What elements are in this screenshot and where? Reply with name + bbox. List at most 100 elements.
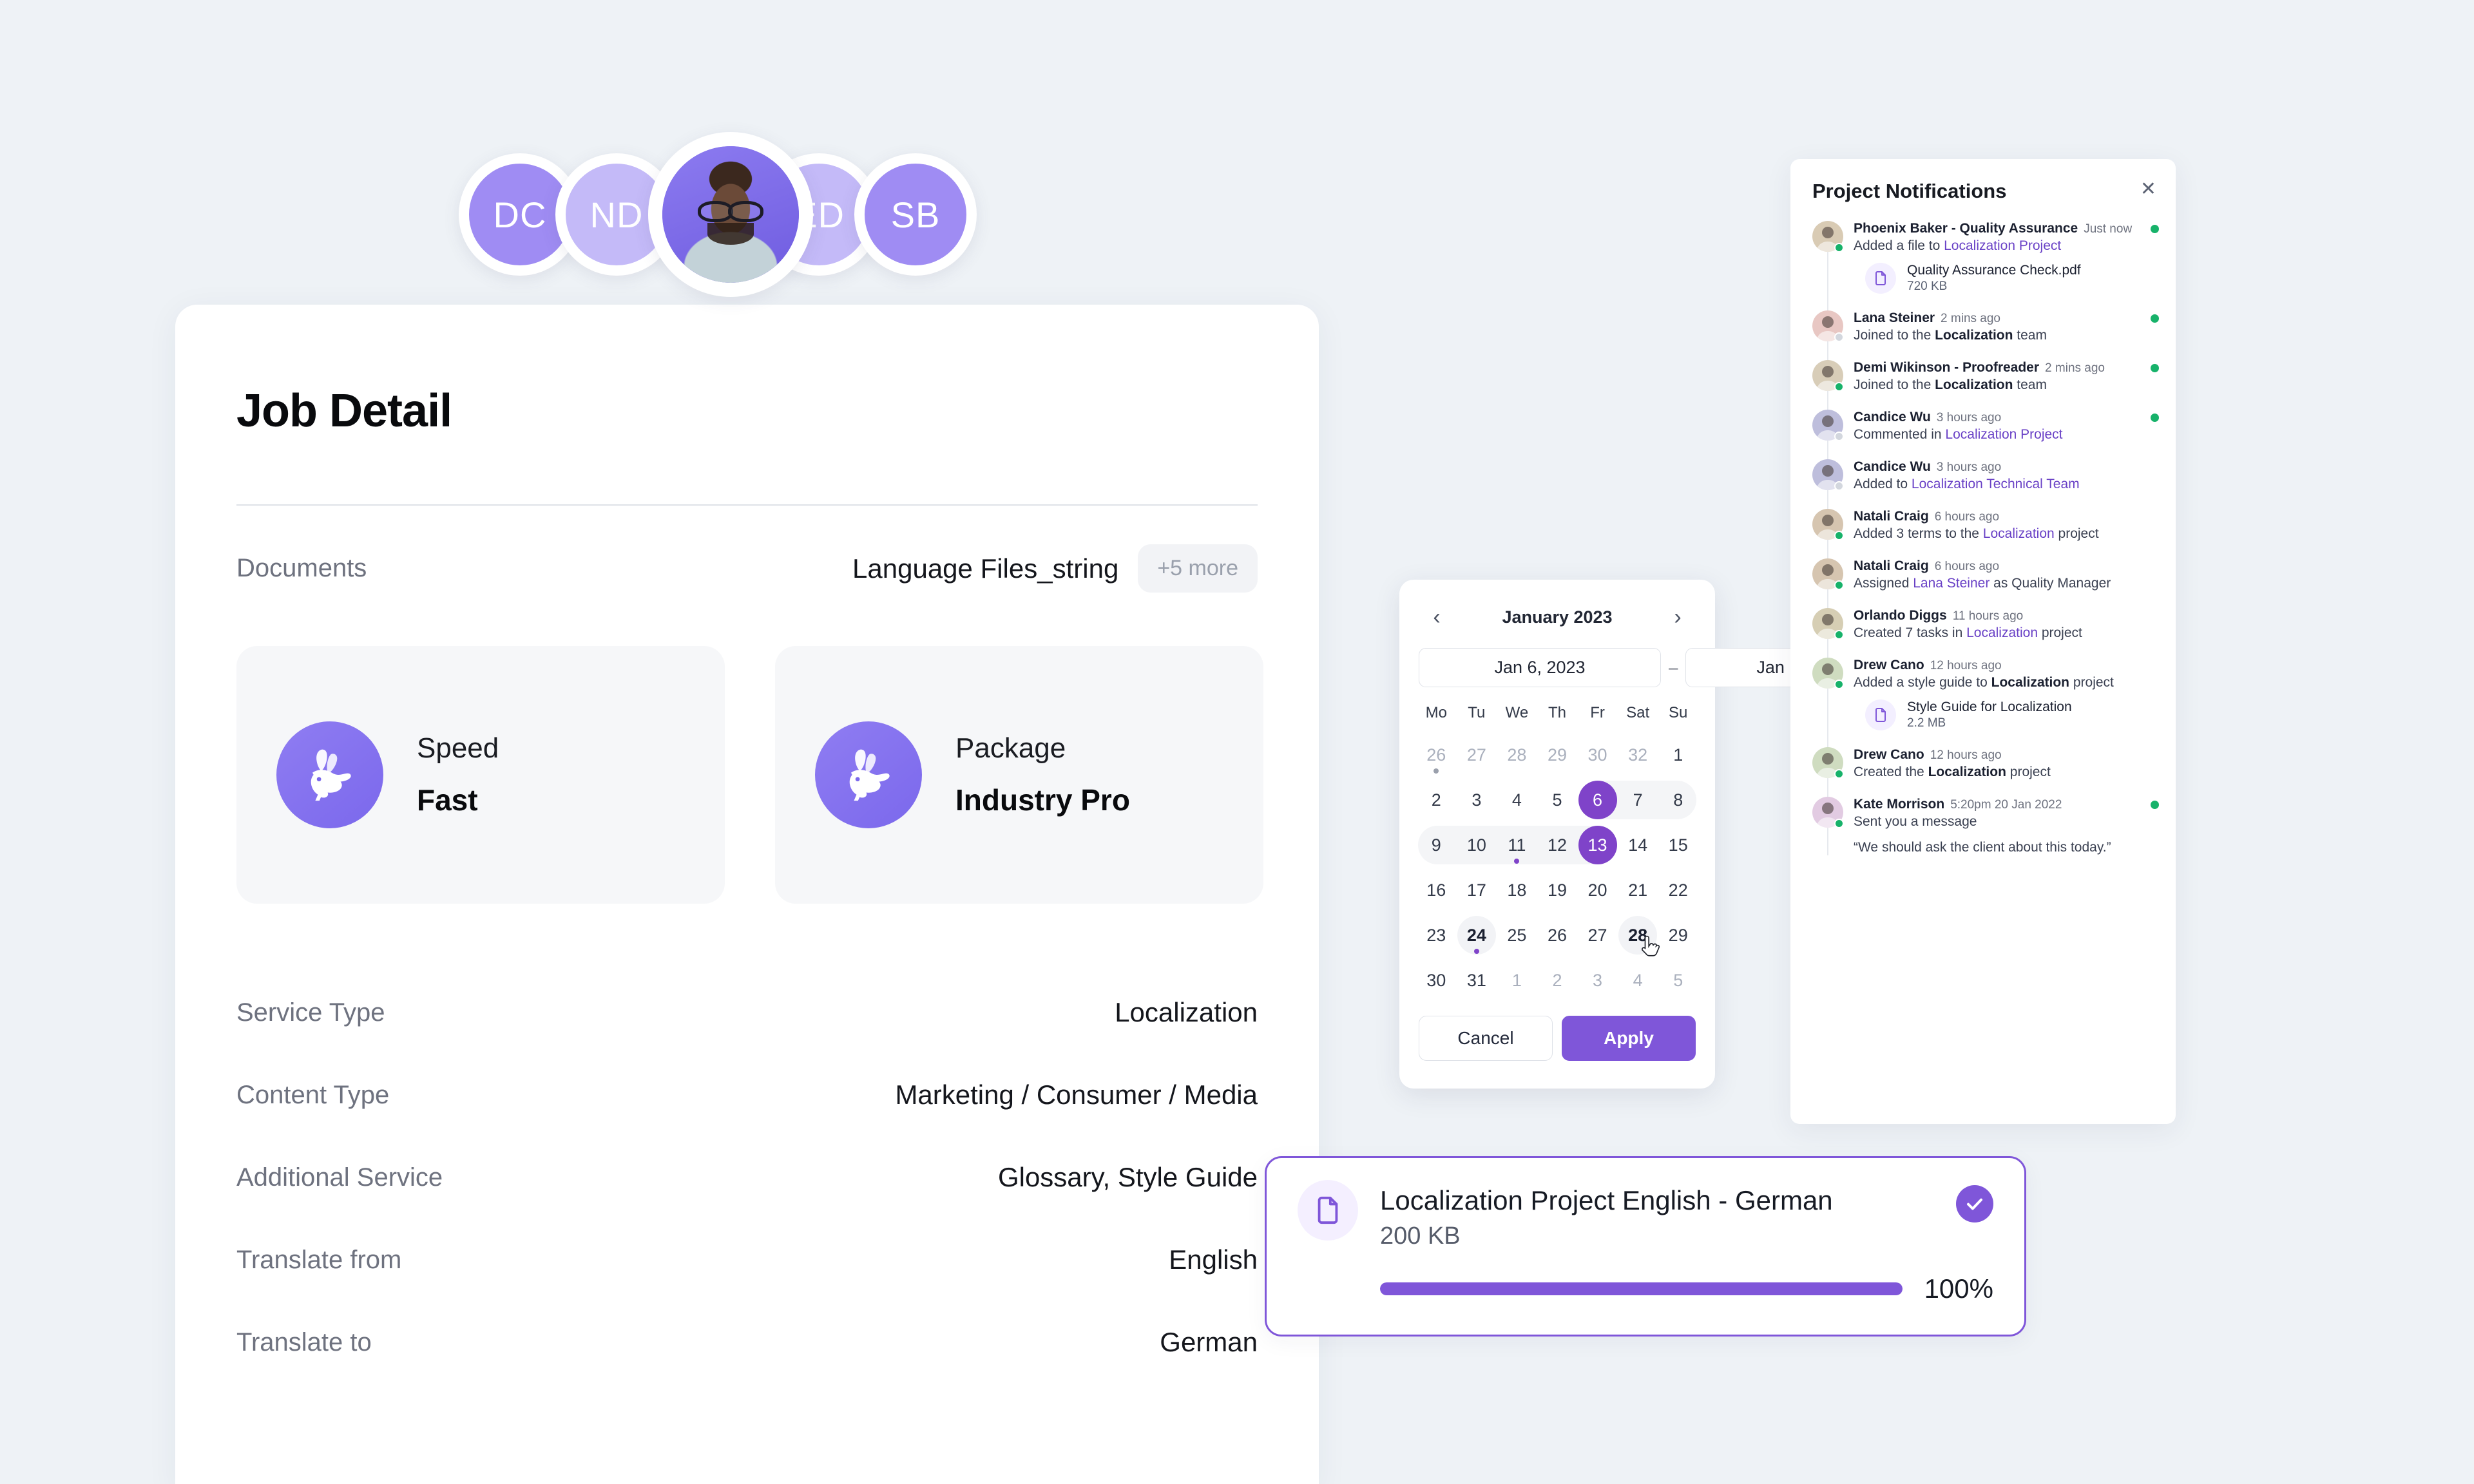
calendar-day-cell[interactable]: 9 <box>1416 824 1457 866</box>
calendar-day-of-week: Tu <box>1468 704 1486 721</box>
apply-button[interactable]: Apply <box>1562 1016 1696 1061</box>
calendar-day-cell[interactable]: 1 <box>1497 959 1537 1002</box>
calendar-day-cell[interactable]: 20 <box>1577 869 1618 911</box>
rabbit-icon <box>815 721 922 828</box>
notification-item[interactable]: Demi Wikinson - Proofreader 2 mins ago Joi… <box>1812 360 2159 410</box>
documents-label: Documents <box>236 554 367 582</box>
calendar-day-cell[interactable]: 1 <box>1658 734 1698 776</box>
notification-text-after: project <box>2054 526 2099 541</box>
calendar-day-cell[interactable]: 23 <box>1416 914 1457 956</box>
file-icon <box>1865 263 1896 294</box>
notification-link[interactable]: Localization Project <box>1944 238 2061 253</box>
calendar-day-cell[interactable]: 30 <box>1577 734 1618 776</box>
calendar-day-cell[interactable]: 10 <box>1455 824 1497 866</box>
avatar-initials[interactable]: SB <box>854 153 977 276</box>
chevron-left-icon[interactable]: ‹ <box>1423 603 1451 631</box>
detail-key: Additional Service <box>236 1163 443 1192</box>
notification-item[interactable]: Lana Steiner 2 mins ago Joined to the Loca… <box>1812 310 2159 360</box>
file-upload-header: Localization Project English - German 20… <box>1298 1180 1993 1250</box>
notification-item[interactable]: Drew Cano 12 hours ago Created the Localiz… <box>1812 747 2156 797</box>
calendar-day-cell[interactable]: 27 <box>1577 914 1618 956</box>
notification-link[interactable]: Lana Steiner <box>1913 576 1990 591</box>
calendar-day-cell[interactable]: 12 <box>1536 824 1578 866</box>
calendar-day-cell[interactable]: 5 <box>1658 959 1698 1002</box>
notification-item[interactable]: Kate Morrison 5:20pm 20 Jan 2022 Sent you … <box>1812 797 2159 872</box>
calendar-day-cell[interactable]: 29 <box>1537 734 1578 776</box>
calendar-day-cell[interactable]: 26 <box>1537 914 1578 956</box>
notification-time: 11 hours ago <box>1952 609 2024 623</box>
calendar-day-cell[interactable]: 29 <box>1658 914 1698 956</box>
calendar-day-cell[interactable]: 2 <box>1416 779 1457 821</box>
notification-item[interactable]: Natali Craig 6 hours ago Added 3 terms to … <box>1812 509 2156 558</box>
detail-row: Translate to German <box>236 1301 1258 1384</box>
calendar-day-cell[interactable]: 8 <box>1657 779 1698 821</box>
notification-text-before: Joined to the <box>1854 377 1935 392</box>
notification-attachment[interactable]: Style Guide for Localization 2.2 MB <box>1865 699 2156 730</box>
calendar-day-number: 2 <box>1431 790 1441 810</box>
calendar-day-cell[interactable]: 11 <box>1496 824 1538 866</box>
notification-item[interactable]: Candice Wu 3 hours ago Added to Localizati… <box>1812 459 2156 509</box>
calendar-day-number: 13 <box>1578 826 1617 864</box>
detail-row: Content Type Marketing / Consumer / Media <box>236 1054 1258 1136</box>
calendar-day-cell[interactable]: 31 <box>1457 959 1497 1002</box>
summary-tiles: Speed Fast Package Industry Pro <box>236 646 1263 904</box>
calendar-day-cell[interactable]: 3 <box>1577 959 1618 1002</box>
notification-item[interactable]: Phoenix Baker - Quality Assurance Just no… <box>1812 221 2159 310</box>
notification-time: 2 mins ago <box>1941 312 2000 325</box>
cancel-button[interactable]: Cancel <box>1419 1016 1553 1061</box>
notification-attachment[interactable]: Quality Assurance Check.pdf 720 KB <box>1865 263 2156 294</box>
calendar-day-cell[interactable]: 5 <box>1537 779 1578 821</box>
calendar-day-cell[interactable]: 16 <box>1416 869 1457 911</box>
calendar-day-number: 30 <box>1426 970 1446 990</box>
notification-link[interactable]: Localization Project <box>1945 427 2062 442</box>
date-range-separator: – <box>1669 658 1678 677</box>
notification-item[interactable]: Candice Wu 3 hours ago Commented in Locali… <box>1812 410 2159 459</box>
calendar-day-cell[interactable]: 22 <box>1658 869 1698 911</box>
calendar-day-cell[interactable]: 25 <box>1497 914 1537 956</box>
chevron-right-icon[interactable]: › <box>1664 603 1692 631</box>
notification-link[interactable]: Localization Technical Team <box>1912 477 2080 491</box>
calendar-day-cell[interactable]: 27 <box>1457 734 1497 776</box>
divider <box>236 504 1258 506</box>
notification-link[interactable]: Localization <box>1983 526 2055 541</box>
notification-item[interactable]: Orlando Diggs 11 hours ago Created 7 tasks… <box>1812 608 2156 658</box>
calendar-day-cell[interactable]: 19 <box>1537 869 1578 911</box>
calendar-day-cell[interactable]: 3 <box>1457 779 1497 821</box>
calendar-day-cell[interactable]: 15 <box>1658 824 1698 866</box>
calendar-day-cell[interactable]: 4 <box>1497 779 1537 821</box>
avatar-photo[interactable] <box>648 132 813 297</box>
notification-link[interactable]: Localization <box>1966 625 2038 640</box>
calendar-day-cell[interactable]: 13 <box>1577 824 1618 866</box>
calendar-day-cell[interactable]: 32 <box>1618 734 1658 776</box>
start-date-input[interactable] <box>1419 648 1661 687</box>
calendar-day-cell[interactable]: 14 <box>1618 824 1658 866</box>
calendar-day-cell[interactable]: 4 <box>1618 959 1658 1002</box>
progress-track <box>1380 1282 1903 1295</box>
notification-item[interactable]: Drew Cano 12 hours ago Added a style guide… <box>1812 658 2156 747</box>
calendar-day-cell[interactable]: 17 <box>1457 869 1497 911</box>
calendar-day-cell[interactable]: 28 <box>1618 914 1658 956</box>
notification-author: Phoenix Baker - Quality Assurance <box>1854 221 2078 236</box>
notification-meta: Drew Cano 12 hours ago <box>1854 658 2156 673</box>
attachment-name: Style Guide for Localization <box>1907 699 2072 714</box>
calendar-day-cell[interactable]: 28 <box>1497 734 1537 776</box>
presence-indicator <box>1834 680 1844 689</box>
calendar-day-cell[interactable]: 30 <box>1416 959 1457 1002</box>
calendar-day-cell[interactable]: 21 <box>1618 869 1658 911</box>
close-icon[interactable]: ✕ <box>2140 180 2156 199</box>
calendar-day-number: 29 <box>1547 745 1567 765</box>
notification-text: Assigned Lana Steiner as Quality Manager <box>1854 576 2156 591</box>
calendar-day-cell[interactable]: 7 <box>1616 779 1658 821</box>
calendar-day-cell[interactable]: 18 <box>1497 869 1537 911</box>
notification-item[interactable]: Natali Craig 6 hours ago Assigned Lana Ste… <box>1812 558 2156 608</box>
calendar-actions: Cancel Apply <box>1414 1002 1701 1061</box>
unread-dot <box>2151 364 2159 372</box>
notification-time: Just now <box>2084 222 2133 236</box>
calendar-day-cell[interactable]: 26 <box>1416 734 1457 776</box>
presence-indicator <box>1834 332 1844 342</box>
documents-more-chip[interactable]: +5 more <box>1138 544 1258 593</box>
calendar-day-cell[interactable]: 24 <box>1457 914 1497 956</box>
calendar-day-cell[interactable]: 6 <box>1577 779 1618 821</box>
calendar-day-cell[interactable]: 2 <box>1537 959 1578 1002</box>
calendar-day-of-week: Su <box>1669 704 1688 721</box>
